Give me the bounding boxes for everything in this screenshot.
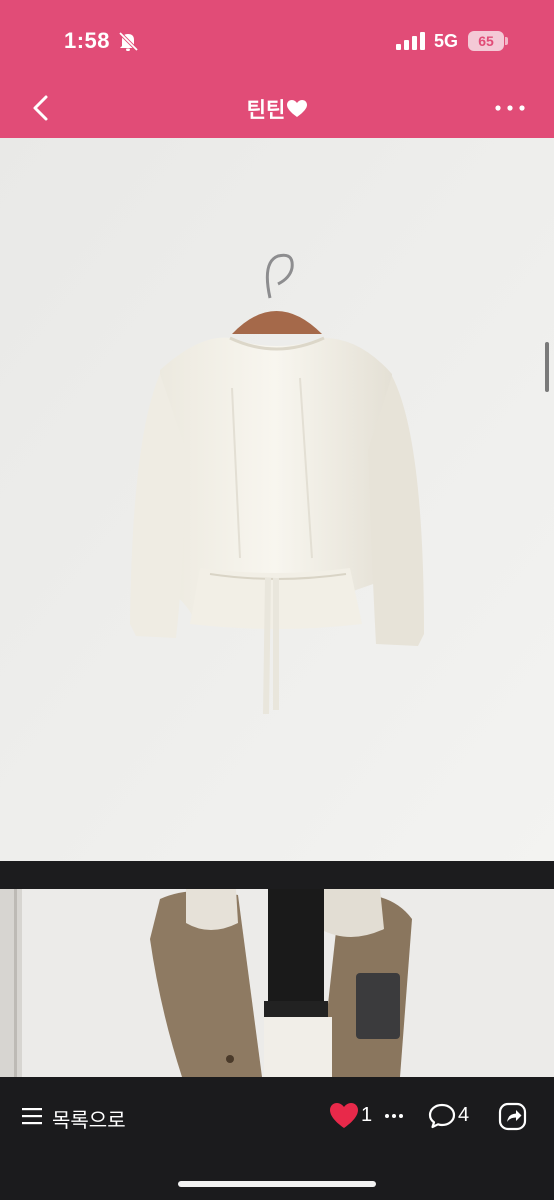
title-text: 틴틴 (246, 99, 286, 122)
blouse-on-hanger-image (0, 138, 554, 861)
more-icon[interactable] (492, 100, 528, 116)
heart-icon (287, 100, 308, 117)
status-bar: 1:58 5G 65 (0, 0, 554, 84)
comment-icon[interactable] (428, 1103, 456, 1129)
network-type: 5G (434, 31, 459, 51)
nav-bar: 틴틴 (0, 84, 554, 138)
back-to-list-button[interactable]: 목록으로 (52, 1104, 126, 1133)
comment-count: 4 (458, 1104, 470, 1126)
dots-icon[interactable] (384, 1112, 404, 1120)
like-heart-icon[interactable] (330, 1103, 358, 1129)
photo-divider (0, 861, 554, 889)
page-title: 틴틴 (0, 94, 554, 124)
scroll-indicator[interactable] (545, 342, 549, 392)
status-time: 1:58 (64, 28, 111, 53)
header-area: 1:58 5G 65 틴틴 (0, 0, 554, 138)
share-icon[interactable] (498, 1101, 528, 1131)
like-count: 1 (361, 1104, 373, 1126)
product-photo-worn[interactable] (0, 889, 554, 1077)
signal-icon (396, 32, 425, 50)
product-photo-main[interactable] (0, 138, 554, 861)
battery-icon: 65 (468, 31, 504, 51)
bell-off-icon (118, 31, 139, 52)
bottom-toolbar: 목록으로 1 4 (0, 1077, 554, 1200)
list-icon[interactable] (22, 1107, 42, 1125)
model-wearing-blouse-image (0, 889, 554, 1077)
home-indicator (178, 1181, 376, 1187)
battery-cap (505, 37, 508, 45)
